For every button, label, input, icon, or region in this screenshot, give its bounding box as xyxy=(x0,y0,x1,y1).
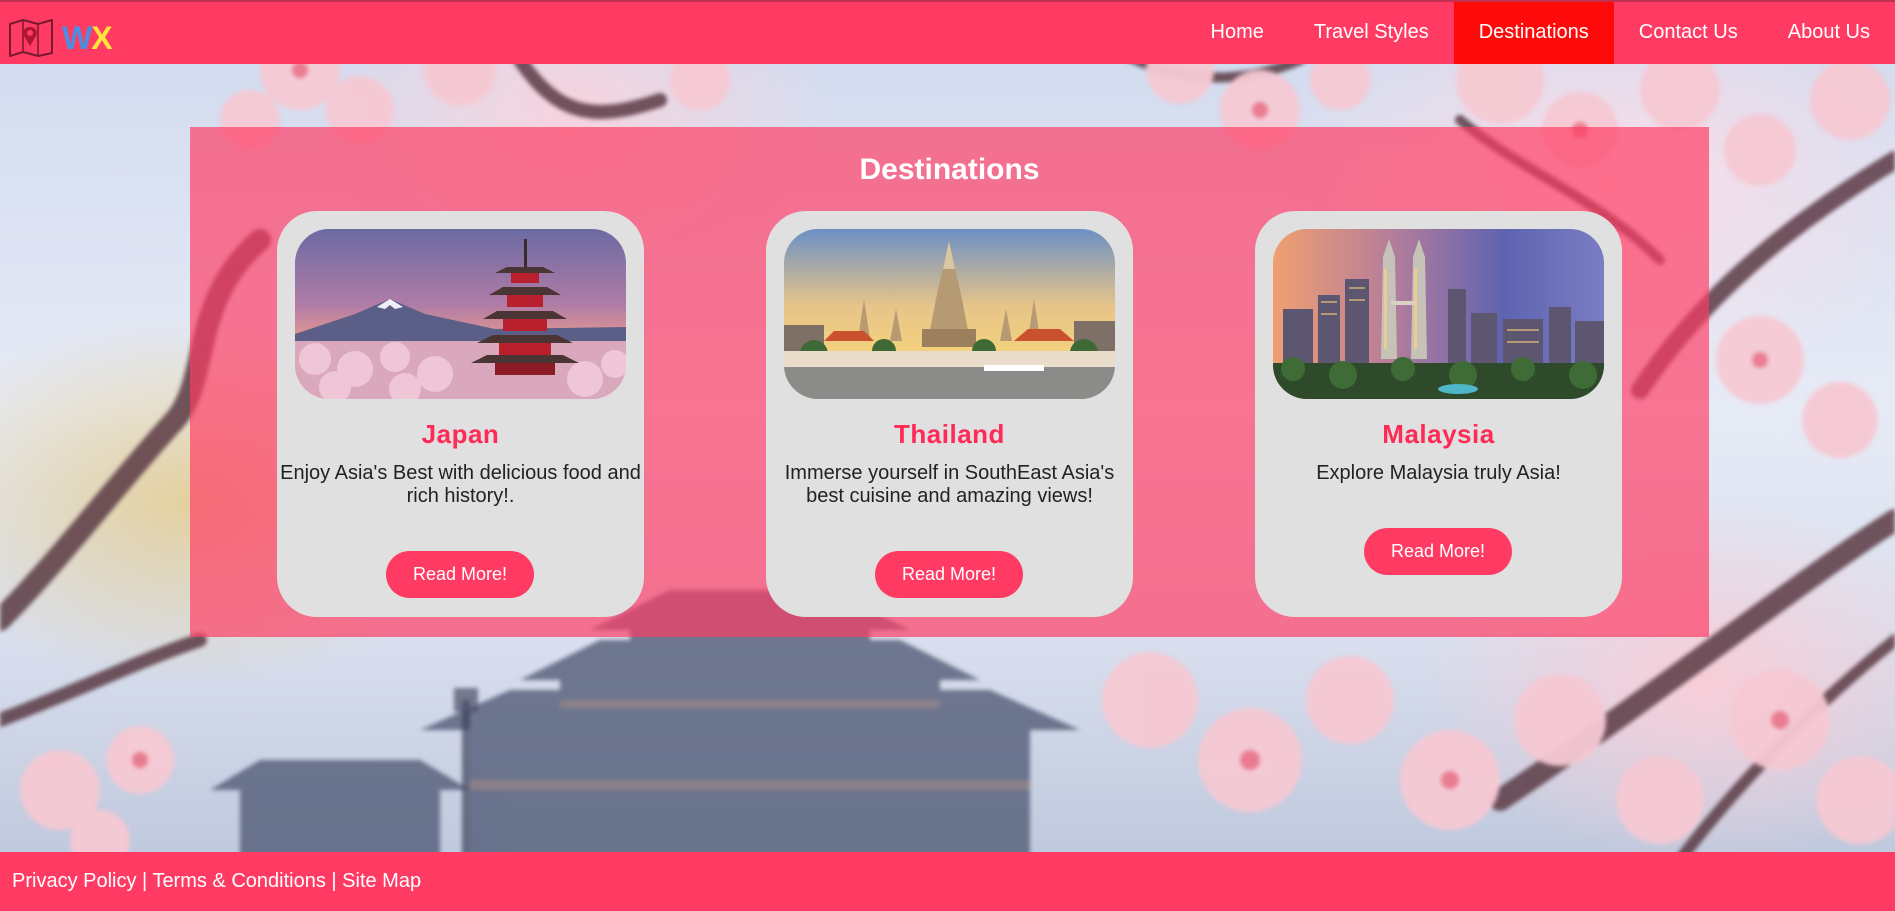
terms-conditions-link[interactable]: Terms & Conditions xyxy=(152,870,325,892)
site-logo[interactable]: WX xyxy=(8,19,113,57)
logo-letter-w: W xyxy=(62,19,92,56)
read-more-button-thailand[interactable]: Read More! xyxy=(875,551,1023,598)
top-navbar: WX Home Travel Styles Destinations Conta… xyxy=(0,0,1895,64)
city-skyline-image xyxy=(1273,229,1604,399)
footer-links: Privacy Policy | Terms & Conditions | Si… xyxy=(12,870,421,893)
card-title: Japan xyxy=(421,419,500,449)
site-map-link[interactable]: Site Map xyxy=(342,870,421,892)
destination-card-malaysia: Malaysia Explore Malaysia truly Asia! Re… xyxy=(1255,211,1622,617)
card-description: Explore Malaysia truly Asia! xyxy=(1316,462,1561,484)
pagoda-mount-fuji-image xyxy=(295,229,626,399)
temple-river-image xyxy=(784,229,1115,399)
card-title: Malaysia xyxy=(1382,419,1495,449)
logo-letter-x: X xyxy=(91,19,112,56)
card-description: Enjoy Asia's Best with delicious food an… xyxy=(280,462,641,507)
destinations-panel: Destinations Japan Enjoy Asia's Best wit… xyxy=(190,127,1709,637)
card-title: Thailand xyxy=(894,419,1005,449)
map-pin-icon xyxy=(9,19,53,57)
card-description: Immerse yourself in SouthEast Asia's bes… xyxy=(784,462,1115,507)
destination-card-thailand: Thailand Immerse yourself in SouthEast A… xyxy=(766,211,1133,617)
logo-text: WX xyxy=(62,19,113,57)
privacy-policy-link[interactable]: Privacy Policy xyxy=(12,870,136,892)
destination-card-japan: Japan Enjoy Asia's Best with delicious f… xyxy=(277,211,644,617)
footer: Privacy Policy | Terms & Conditions | Si… xyxy=(0,852,1895,911)
read-more-button-malaysia[interactable]: Read More! xyxy=(1364,528,1512,575)
main-nav: Home Travel Styles Destinations Contact … xyxy=(1186,2,1895,64)
footer-separator: | xyxy=(136,870,153,892)
nav-about-us[interactable]: About Us xyxy=(1763,2,1895,64)
page-title: Destinations xyxy=(859,153,1040,186)
nav-home[interactable]: Home xyxy=(1186,2,1289,64)
nav-destinations[interactable]: Destinations xyxy=(1453,2,1614,64)
read-more-button-japan[interactable]: Read More! xyxy=(386,551,534,598)
footer-separator: | xyxy=(325,870,343,892)
nav-contact-us[interactable]: Contact Us xyxy=(1614,2,1763,64)
nav-travel-styles[interactable]: Travel Styles xyxy=(1289,2,1454,64)
